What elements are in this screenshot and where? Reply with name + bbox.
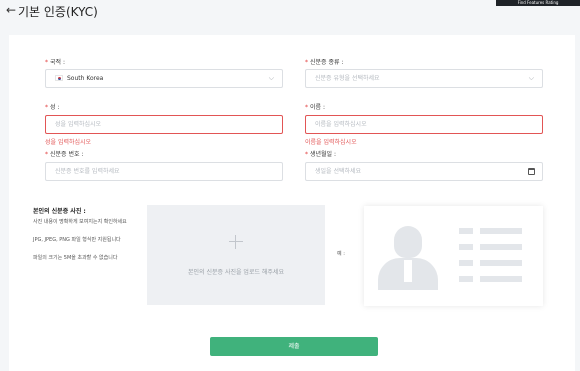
id-number-input[interactable]: 신분증 번호를 입력하세요: [45, 162, 283, 181]
id-card-example-image: [364, 206, 543, 306]
id-type-select[interactable]: 신분증 유형을 선택하세요 ⌵: [305, 69, 543, 88]
last-name-label: * 성 :: [45, 104, 60, 111]
example-label: 예 :: [337, 251, 345, 257]
feature-badge[interactable]: Find Features Rating: [496, 0, 580, 6]
upload-hint: JPG, JPEG, PNG 파일 형식만 지원됩니다: [33, 237, 121, 243]
photo-upload-area[interactable]: 본인의 신분증 사진을 업로드 해주세요: [147, 205, 325, 305]
last-name-error: 성을 입력하십시오: [45, 139, 92, 146]
first-name-label: * 이름 :: [305, 104, 325, 111]
upload-hint: 파일의 크기는 5M을 초과할 수 없습니다: [33, 255, 118, 261]
birth-date-picker[interactable]: 생일을 선택하세요: [305, 162, 543, 181]
plus-icon: [229, 235, 243, 249]
country-select[interactable]: South Korea ⌵: [45, 69, 283, 88]
page-title: 기본 인증(KYC): [18, 5, 98, 19]
chevron-down-icon: ⌵: [528, 74, 534, 82]
upload-instruction: 본인의 신분증 사진을 업로드 해주세요: [188, 269, 284, 276]
first-name-input[interactable]: 이름을 입력하십시오: [305, 115, 543, 134]
kr-flag-icon: [55, 75, 63, 81]
back-arrow-icon[interactable]: ←: [6, 3, 16, 17]
calendar-icon: [528, 168, 535, 175]
id-photo-label: 본인의 신분증 사진 :: [33, 208, 86, 215]
id-number-label: * 신분증 번호 :: [45, 151, 84, 158]
submit-button[interactable]: 제출: [210, 337, 378, 356]
page-header: ← 기본 인증(KYC) Find Features Rating: [0, 0, 580, 28]
last-name-input[interactable]: 성을 입력하십시오: [45, 115, 283, 134]
upload-hint: 사진 내용이 명확하게 보여지는지 확인하세요: [33, 219, 127, 225]
id-type-label: * 신분증 종류 :: [305, 59, 344, 66]
country-label: * 국적 :: [45, 59, 65, 66]
birth-date-label: * 생년월일 :: [305, 151, 337, 158]
chevron-down-icon: ⌵: [268, 74, 274, 82]
first-name-error: 이름을 입력하십시오: [305, 139, 357, 146]
